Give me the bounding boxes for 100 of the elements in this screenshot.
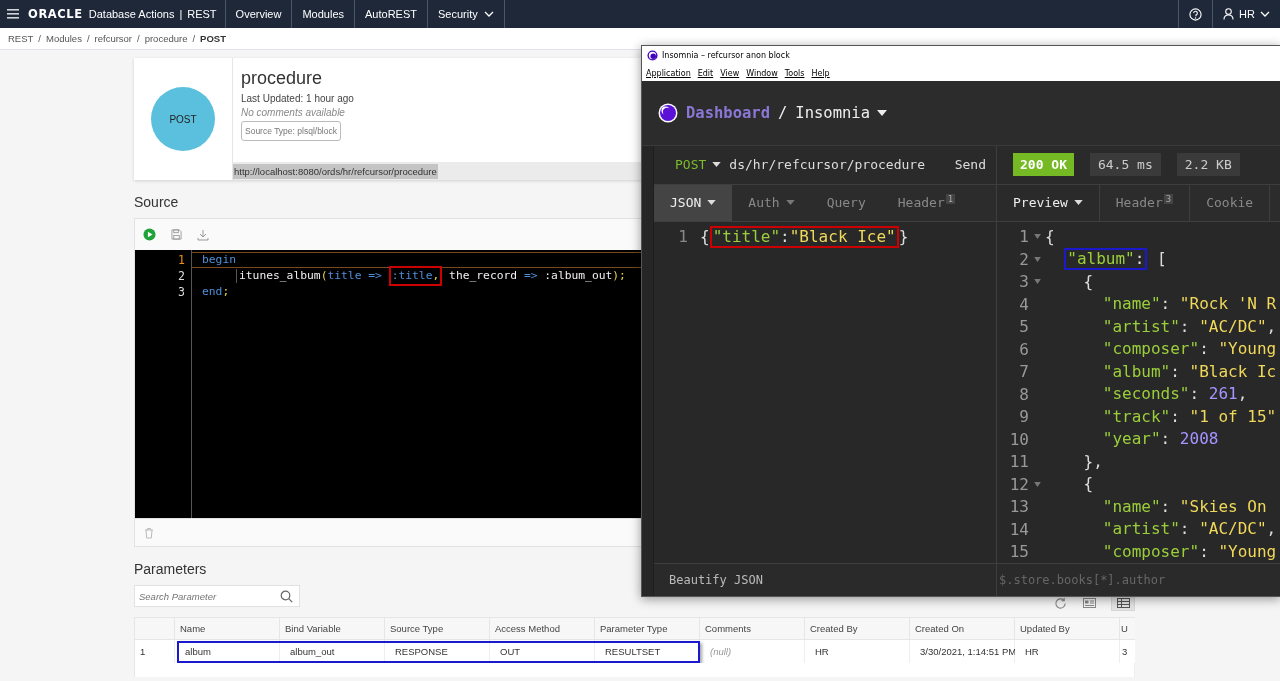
code-token: { (1083, 271, 1094, 292)
caret-icon (707, 200, 717, 205)
method-dropdown[interactable]: POST (654, 157, 728, 172)
code-token: , (1266, 316, 1277, 337)
code-token: "name" (1102, 294, 1161, 315)
product-name: Database Actions (88, 8, 175, 20)
breadcrumb-link[interactable]: refcursor (94, 33, 133, 44)
line-number: 3 (177, 284, 186, 300)
menu-icon[interactable] (7, 9, 19, 19)
code-token: { (1045, 226, 1055, 247)
table-cell: 3 (1120, 640, 1135, 663)
code-token: "AC/DC" (1199, 519, 1267, 540)
code-token: "Skies On (1179, 496, 1267, 517)
menu-item[interactable]: View (720, 68, 740, 78)
column-header[interactable]: Parameter Type (595, 617, 700, 640)
code-token: "Young (1218, 541, 1277, 562)
search-icon[interactable] (280, 589, 293, 603)
trash-icon[interactable] (144, 526, 154, 539)
menu-item[interactable]: Help (811, 68, 830, 78)
refresh-icon[interactable] (1054, 596, 1067, 610)
response-tab[interactable]: Cookie (1190, 184, 1271, 221)
breadcrumb-separator: / (137, 33, 140, 44)
code-token: title => (327, 269, 382, 283)
code-token: "AC/DC" (1199, 316, 1267, 337)
code-token: : (1189, 384, 1200, 405)
path-separator: / (778, 103, 788, 122)
menu-item[interactable]: Edit (697, 68, 714, 78)
column-header[interactable]: Updated By (1015, 617, 1120, 640)
column-header[interactable]: U (1120, 617, 1135, 640)
fold-icon[interactable] (1033, 256, 1041, 262)
source-type-chip: Source Type: plsql/block (241, 121, 341, 141)
save-icon[interactable] (171, 229, 182, 240)
code-token: , (1266, 519, 1277, 540)
line-number: 1 (677, 227, 688, 247)
request-tab[interactable]: JSON (654, 184, 733, 221)
request-tab[interactable]: Query (810, 184, 882, 221)
table-cell: HR (1015, 640, 1120, 663)
download-icon[interactable] (197, 228, 209, 241)
code-token: the_record (449, 269, 518, 283)
caret-icon (712, 162, 722, 167)
breadcrumb-link[interactable]: Modules (46, 33, 82, 44)
section-heading: Parameters (134, 561, 207, 577)
column-header[interactable]: Created On (910, 617, 1015, 640)
code-token: , (1237, 384, 1248, 405)
column-header (134, 617, 175, 640)
filter-field[interactable]: $.store.books[*].author (997, 572, 1271, 588)
fold-icon[interactable] (1033, 279, 1041, 285)
code-token: : (1170, 406, 1180, 427)
url-field[interactable]: ds/hr/refcursor/procedure (727, 157, 932, 172)
response-tab[interactable]: Header $^{3}$ (1099, 184, 1191, 221)
request-tab[interactable]: Header $^{1}$ (881, 184, 972, 221)
column-header[interactable]: Created By (805, 617, 910, 640)
line-number: 8 (1018, 384, 1029, 404)
column-header[interactable]: Source Type (385, 617, 490, 640)
line-number: 12 (1008, 474, 1029, 494)
code-token: "Black Ic (1189, 361, 1277, 382)
menu-item[interactable]: Tools (784, 68, 805, 78)
line-number: 2 (1018, 249, 1029, 269)
search-field[interactable]: Search Parameter (134, 585, 300, 607)
code-token: :album_out (544, 269, 613, 283)
breadcrumb-link[interactable]: procedure (144, 33, 188, 44)
highlighted-code: "album": (1064, 248, 1148, 271)
card-icon (1082, 598, 1096, 608)
line-number: 7 (1018, 362, 1029, 382)
line-number: 1 (1018, 227, 1029, 247)
column-header[interactable]: Name (175, 617, 280, 640)
workspace-menu[interactable]: Insomnia (795, 103, 887, 122)
section-name: REST (187, 8, 217, 20)
run-icon[interactable] (143, 228, 156, 241)
row-number: 1 (134, 640, 175, 663)
code-token: => (523, 269, 538, 283)
code-token: begin (202, 253, 236, 267)
breadcrumb-link[interactable]: REST (8, 33, 34, 44)
menu-item[interactable]: Window (746, 68, 778, 78)
table-cell: (null) (700, 640, 805, 663)
handler-title: procedure (241, 68, 323, 89)
code-token: [ (1156, 249, 1167, 270)
caret-icon (785, 200, 795, 205)
code-token: }, (1083, 451, 1103, 472)
code-token: "1 of 15" (1189, 406, 1277, 427)
code-token: "album" (1102, 361, 1171, 382)
code-token: ( (320, 269, 328, 283)
send-button[interactable]: Send (948, 157, 996, 172)
request-tab[interactable]: Auth (732, 184, 811, 221)
code-token: : (1160, 294, 1171, 315)
code-token: end (202, 285, 223, 299)
code-token: : (1160, 496, 1171, 517)
dashboard-link[interactable]: Dashboard (686, 103, 770, 122)
beautify-button[interactable]: Beautify JSON (654, 572, 769, 588)
code-token: "Young (1218, 339, 1277, 360)
code-token: 261 (1208, 384, 1238, 405)
column-header[interactable]: Bind Variable (280, 617, 385, 640)
fold-icon[interactable] (1033, 234, 1041, 240)
code-token: "artist" (1102, 316, 1180, 337)
breadcrumb-separator: / (192, 33, 196, 44)
column-header[interactable]: Comments (700, 617, 805, 640)
column-header[interactable]: Access Method (490, 617, 595, 640)
menu-item[interactable]: Application (646, 68, 691, 78)
insomnia-logo-icon (658, 102, 678, 123)
fold-icon[interactable] (1033, 481, 1041, 487)
